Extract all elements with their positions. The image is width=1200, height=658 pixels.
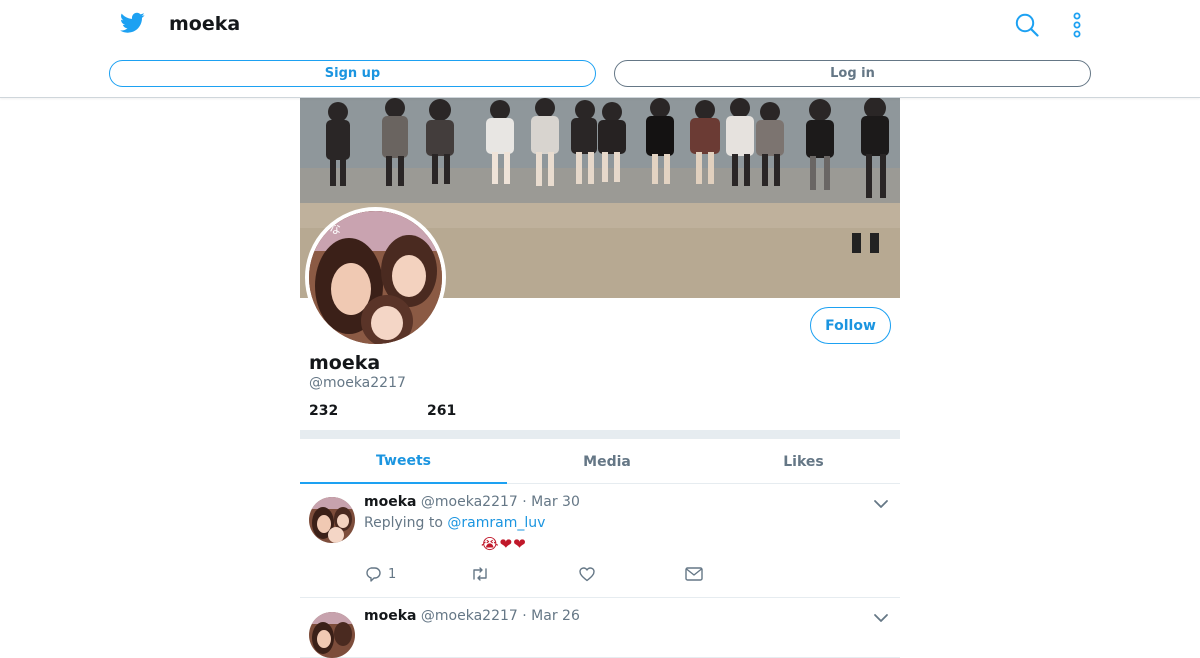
tweet-author-handle[interactable]: @moeka2217 <box>421 608 518 624</box>
tweet-separator: · <box>522 494 527 510</box>
follow-button[interactable]: Follow <box>810 307 891 344</box>
tweet-author-name[interactable]: moeka <box>364 608 416 624</box>
tweet-date[interactable]: Mar 30 <box>531 494 580 510</box>
log-in-button[interactable]: Log in <box>614 60 1091 87</box>
like-button[interactable] <box>578 564 596 584</box>
tweet-avatar-photo <box>309 612 355 658</box>
profile-handle: @moeka2217 <box>309 375 406 391</box>
retweet-icon <box>473 567 487 581</box>
like-icon <box>579 567 595 582</box>
direct-message-button[interactable] <box>684 564 704 584</box>
tweet[interactable]: moeka @moeka2217 · Mar 26 <box>300 598 900 658</box>
chevron-down-icon[interactable] <box>873 612 889 624</box>
tweet-avatar[interactable] <box>309 497 355 543</box>
section-divider <box>300 430 900 439</box>
tweet-avatar-photo <box>309 497 355 543</box>
reply-icon <box>366 567 381 582</box>
tweet-author-handle[interactable]: @moeka2217 <box>421 494 518 510</box>
more-vertical-icon[interactable] <box>1070 12 1084 38</box>
tab-likes[interactable]: Likes <box>707 439 900 484</box>
chevron-down-icon[interactable] <box>873 498 889 510</box>
tweet-actions: 1 <box>364 564 724 584</box>
profile-tabs: Tweets Media Likes <box>300 439 900 484</box>
header-title: moeka <box>169 13 241 35</box>
search-icon[interactable] <box>1015 13 1039 37</box>
profile-name: moeka <box>309 352 381 374</box>
tweet[interactable]: moeka @moeka2217 · Mar 30 Replying to @r… <box>300 484 900 598</box>
top-header: moeka Sign up Log in <box>0 0 1200 98</box>
tweet-author-name[interactable]: moeka <box>364 494 416 510</box>
tweet-text: 😭❤❤ <box>481 535 527 553</box>
profile-avatar[interactable]: りな <box>305 207 446 348</box>
tweet-header: moeka @moeka2217 · Mar 26 <box>364 608 580 624</box>
reply-count: 1 <box>388 566 397 582</box>
profile-stat-1[interactable]: 232 <box>309 403 338 419</box>
sign-up-button[interactable]: Sign up <box>109 60 596 87</box>
direct-message-icon <box>685 567 703 581</box>
twitter-bird-icon[interactable] <box>120 12 145 34</box>
tab-tweets[interactable]: Tweets <box>300 439 507 484</box>
replying-mention[interactable]: @ramram_luv <box>447 515 545 531</box>
tweet-separator: · <box>522 608 527 624</box>
avatar-photo: りな <box>309 211 442 344</box>
replying-prefix: Replying to <box>364 515 448 531</box>
tweet-avatar[interactable] <box>309 612 355 658</box>
reply-button[interactable]: 1 <box>364 564 396 584</box>
tweet-date[interactable]: Mar 26 <box>531 608 580 624</box>
tweet-replying-to: Replying to @ramram_luv <box>364 515 545 531</box>
retweet-button[interactable] <box>470 564 490 584</box>
profile-stat-2[interactable]: 261 <box>427 403 456 419</box>
tweet-header: moeka @moeka2217 · Mar 30 <box>364 494 580 510</box>
tab-media[interactable]: Media <box>507 439 707 484</box>
